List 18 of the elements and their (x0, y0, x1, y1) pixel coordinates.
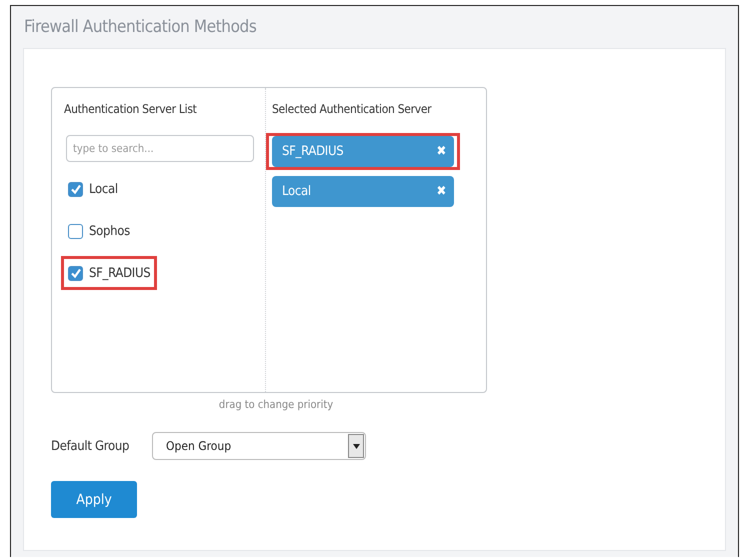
field-label: Default Group (51, 438, 130, 454)
search-field[interactable]: type to search... (66, 135, 254, 162)
remove-button[interactable]: ✖ (436, 144, 446, 159)
checkbox[interactable] (68, 224, 83, 238)
checkbox-label: Sophos (89, 224, 130, 238)
checkbox[interactable] (68, 182, 83, 196)
server-chip[interactable]: Local ✖ (272, 176, 454, 207)
hint-text: drag to change priority (218, 398, 334, 411)
column-heading: Selected Authentication Server (272, 102, 432, 118)
server-chip[interactable]: SF_RADIUS ✖ (272, 136, 454, 167)
panel-title: Firewall Authentication Methods (23, 16, 258, 39)
checkbox[interactable] (68, 266, 83, 280)
checkbox-label: SF_RADIUS (89, 266, 150, 280)
apply-button[interactable]: Apply (51, 481, 137, 518)
remove-button[interactable]: ✖ (436, 184, 446, 199)
checkbox-label: Local (89, 182, 118, 196)
column-heading: Authentication Server List (64, 102, 198, 118)
group-dropdown[interactable]: Open Group (152, 432, 366, 460)
